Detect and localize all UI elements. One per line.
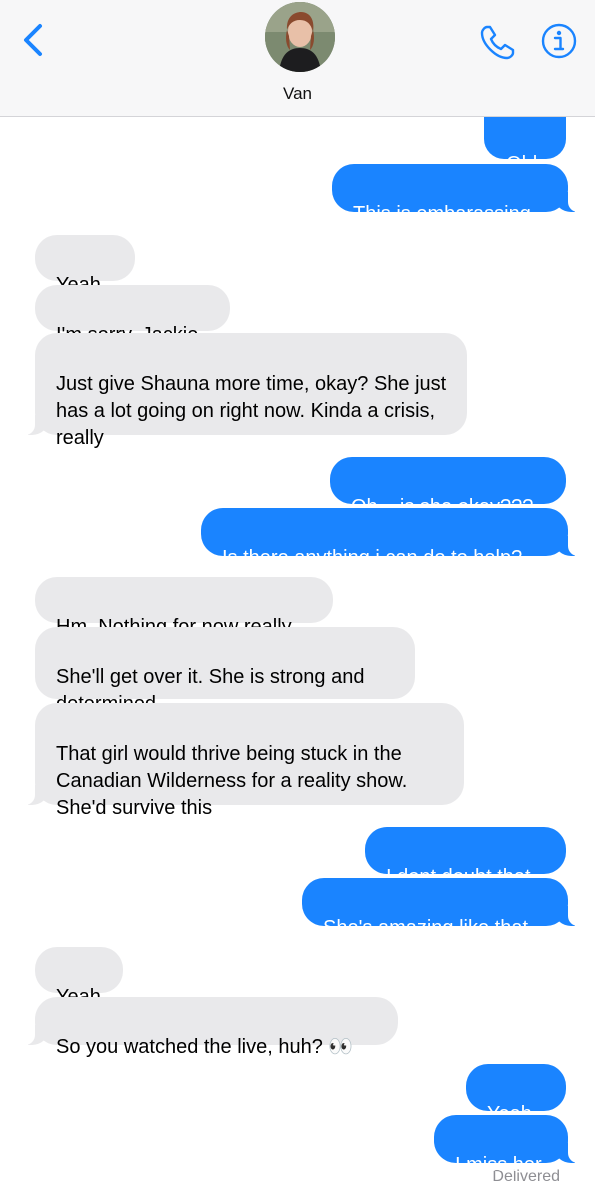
message-bubble-outgoing[interactable]: I dont doubt that [365,827,566,888]
call-button[interactable] [478,22,518,62]
chevron-left-icon [24,24,42,56]
message-bubble-outgoing[interactable]: She's amazing like that [302,878,582,939]
message-bubble-incoming[interactable]: She'll get over it. She is strong and de… [35,627,415,715]
avatar-photo [265,2,335,72]
message-text: I miss her [455,1154,542,1176]
message-bubble-outgoing[interactable]: Oh... is she okay??? [330,457,566,518]
message-text: Is there anything i can do to help? [222,547,523,569]
message-text: She's amazing like that [323,917,529,939]
message-bubble-incoming[interactable]: Yeah. [35,235,135,296]
conversation-header: Van [0,0,595,117]
message-thread: Ohh This is embarassing Yeah. I'm sorry,… [0,0,595,1200]
message-bubble-outgoing[interactable]: This is embarassing [332,164,582,225]
message-bubble-incoming[interactable]: That girl would thrive being stuck in th… [21,703,464,819]
message-bubble-outgoing[interactable]: I miss her [434,1115,582,1176]
message-bubble-incoming[interactable]: I'm sorry, Jackie [35,285,230,346]
message-bubble-incoming[interactable]: So you watched the live, huh? 👀 [21,997,398,1058]
contact-avatar[interactable] [265,2,335,72]
back-button[interactable] [18,22,50,58]
message-bubble-outgoing[interactable]: Ohh [484,117,566,175]
message-bubble-incoming[interactable]: Hm. Nothing for now really [35,577,333,638]
info-button[interactable] [540,22,578,60]
message-bubble-incoming[interactable]: Yeah [35,947,123,1008]
contact-name[interactable]: Van [0,84,595,104]
message-bubble-outgoing[interactable]: Is there anything i can do to help? [201,508,582,569]
message-bubble-incoming[interactable]: Just give Shauna more time, okay? She ju… [21,333,467,449]
message-bubble-outgoing[interactable]: Yeah. [466,1064,566,1125]
message-text: Just give Shauna more time, okay? She ju… [56,373,447,449]
message-text: That girl would thrive being stuck in th… [56,743,408,819]
phone-icon [480,25,515,60]
message-text: This is embarassing [353,203,531,225]
info-icon [541,23,577,59]
message-text: So you watched the live, huh? 👀 [56,1036,354,1058]
